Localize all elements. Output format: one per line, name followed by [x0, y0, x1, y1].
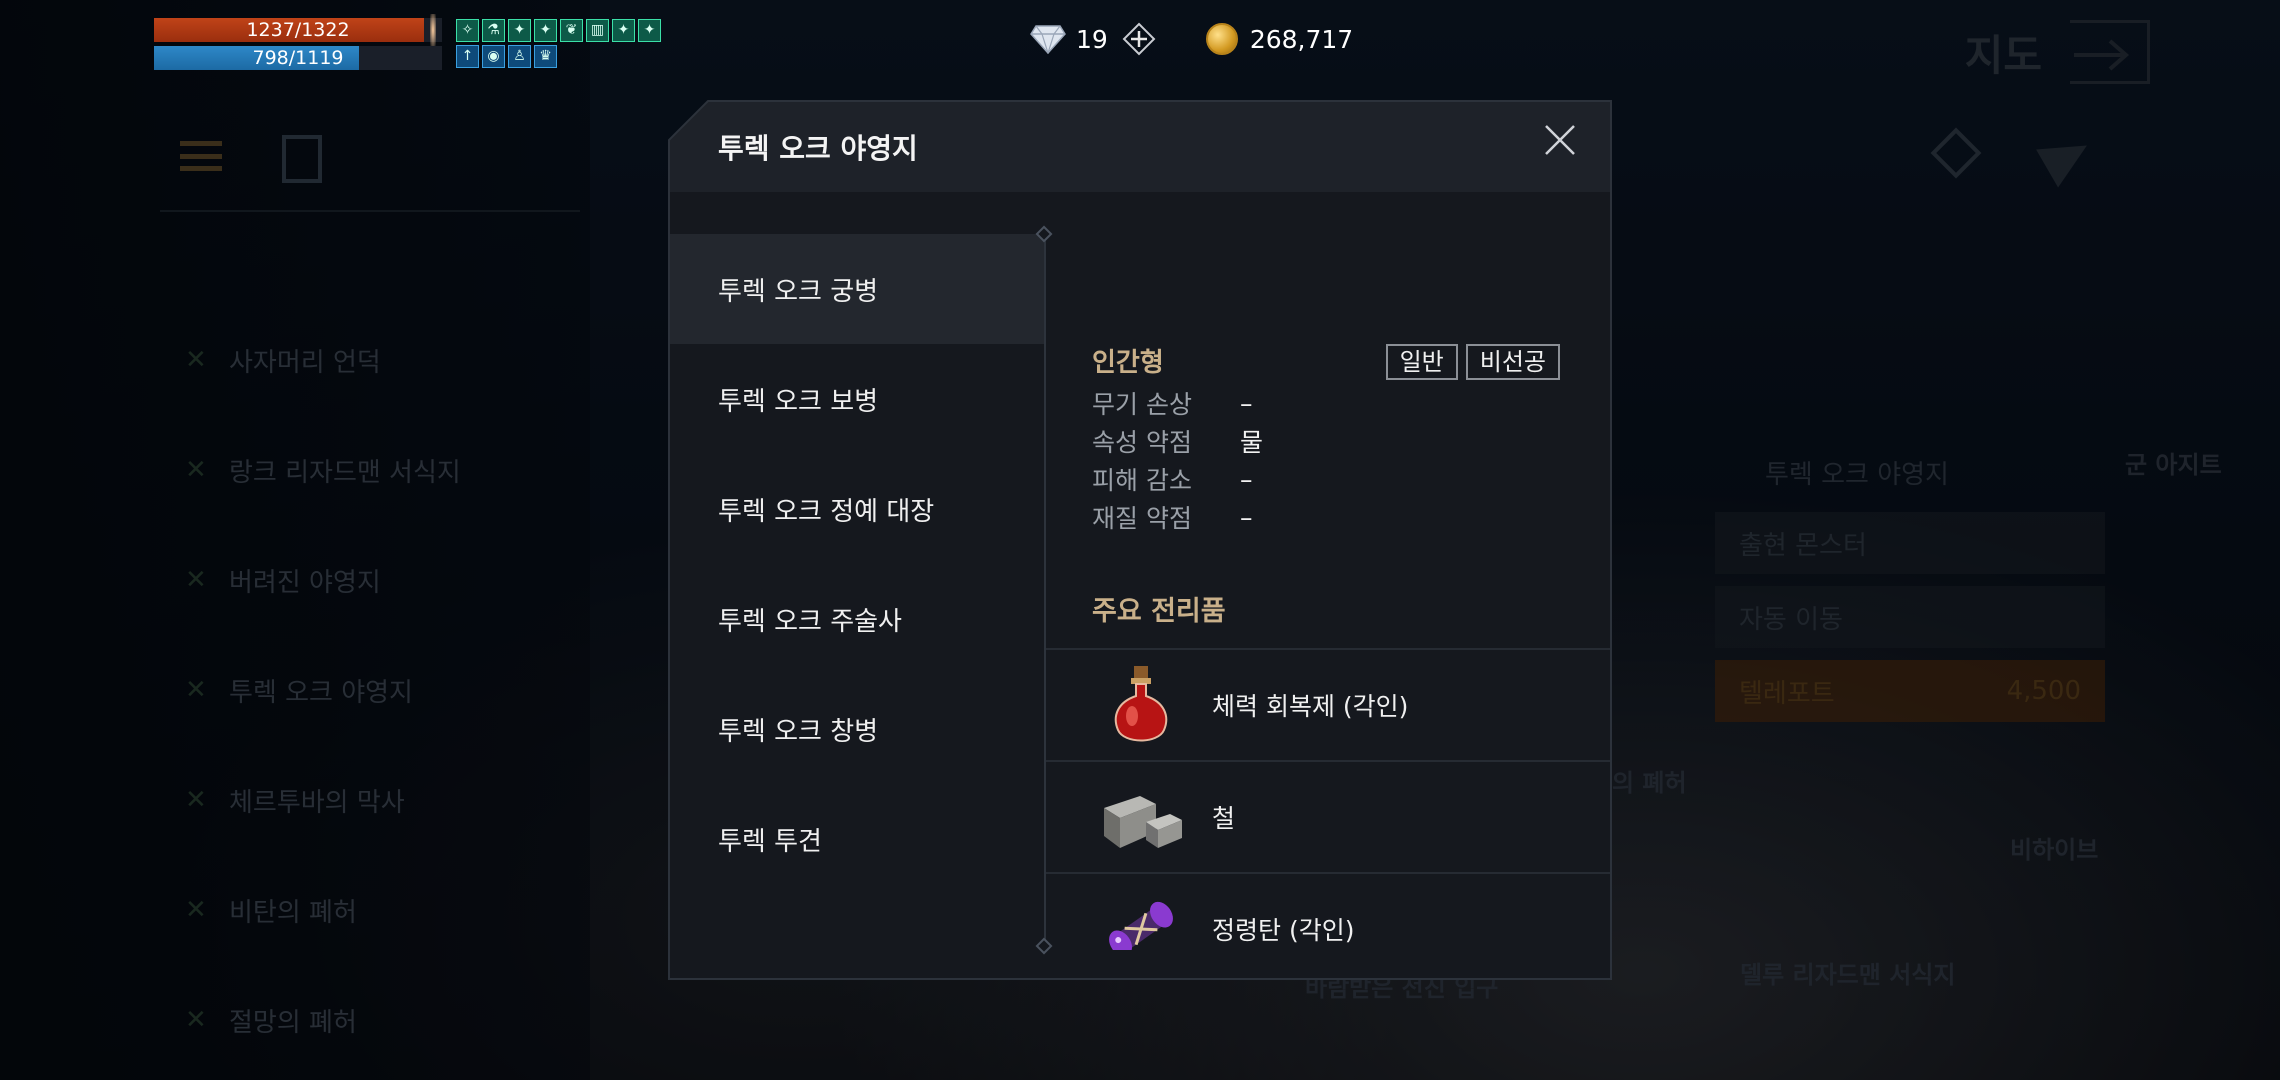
leaf-icon[interactable]: ❦ — [560, 19, 583, 42]
diamond-icon — [1030, 24, 1066, 55]
spirit-shot-icon — [1109, 901, 1173, 950]
currency-bar: 19 268,717 — [1030, 22, 1353, 56]
stat-value: 물 — [1240, 428, 1264, 457]
monster-item[interactable]: 투렉 오크 정예 대장 — [670, 454, 1044, 564]
stat-value: – — [1240, 502, 1253, 532]
loot-title: 주요 전리품 — [1092, 596, 1226, 627]
loot-name: 정령탄 (각인) — [1212, 916, 1355, 945]
monster-tags: 일반 비선공 — [1385, 344, 1560, 380]
stat-label: 속성 약점 — [1092, 428, 1192, 457]
monster-item[interactable]: 투렉 오크 창병 — [670, 674, 1044, 784]
tag-normal: 일반 — [1385, 344, 1458, 380]
monster-item[interactable]: 투렉 투견 — [670, 784, 1044, 894]
gold-coin-icon — [1205, 23, 1238, 55]
monster-stats: 무기 손상 – 속성 약점 물 피해 감소 – 재질 약점 – — [1092, 384, 1263, 536]
loot-name: 체력 회복제 (각인) — [1212, 692, 1409, 721]
loot-item[interactable]: 체력 회복제 (각인) — [1046, 648, 1610, 760]
stat-value: – — [1240, 464, 1253, 494]
loot-name: 철 — [1212, 804, 1236, 833]
mp-bar: 798/1119 — [154, 46, 442, 70]
beast-icon[interactable]: ✦ — [612, 19, 635, 42]
monster-info-dialog: 투렉 오크 야영지 투렉 오크 궁병 투렉 오크 보병 투렉 오크 정예 대장 … — [668, 100, 1612, 980]
mp-text: 798/1119 — [252, 47, 344, 69]
stat-value: – — [1240, 388, 1253, 418]
loot-item[interactable]: 정령탄 (각인) — [1046, 872, 1610, 950]
swirl-icon[interactable]: ◉ — [482, 45, 505, 68]
monster-item[interactable]: 투렉 오크 궁병 — [670, 234, 1044, 344]
arrow-up-icon[interactable]: ↑ — [456, 45, 479, 68]
add-gems-button[interactable] — [1122, 22, 1156, 56]
dialog-header: 투렉 오크 야영지 — [670, 102, 1610, 192]
gem-count: 19 — [1076, 24, 1108, 54]
monster-item[interactable]: 투렉 오크 주술사 — [670, 564, 1044, 674]
monster-type: 인간형 — [1092, 348, 1164, 378]
loot-list: 체력 회복제 (각인) 철 정령탄 (각인) — [1046, 648, 1610, 950]
monster-list: 투렉 오크 궁병 투렉 오크 보병 투렉 오크 정예 대장 투렉 오크 주술사 … — [670, 234, 1044, 894]
totem-icon[interactable]: ▥ — [586, 19, 609, 42]
red-potion-icon — [1114, 666, 1168, 742]
tag-non-aggressive: 비선공 — [1465, 344, 1560, 380]
buff-row: ↑ ◉ ♙ ♛ — [456, 45, 661, 68]
iron-ingot-icon — [1104, 796, 1182, 848]
beast-icon[interactable]: ✦ — [508, 19, 531, 42]
buff-panel: ✧ ⚗ ✦ ✦ ❦ ▥ ✦ ✦ ↑ ◉ ♙ ♛ — [456, 19, 661, 71]
player-status-bars: 1237/1322 798/1119 — [154, 14, 442, 74]
dialog-title: 투렉 오크 야영지 — [718, 132, 918, 165]
stat-label: 재질 약점 — [1092, 504, 1192, 533]
stat-label: 피해 감소 — [1092, 466, 1192, 495]
gold-count: 268,717 — [1249, 24, 1354, 54]
stat-row: 속성 약점 물 — [1092, 422, 1263, 460]
person-icon[interactable]: ♙ — [508, 45, 531, 68]
close-button[interactable] — [1540, 120, 1580, 160]
hp-bar: 1237/1322 — [154, 14, 442, 46]
swan-icon[interactable]: ✧ — [456, 19, 479, 42]
hp-text: 1237/1322 — [246, 19, 350, 41]
stat-row: 무기 손상 – — [1092, 384, 1263, 422]
loot-item[interactable]: 철 — [1046, 760, 1610, 872]
flask-icon[interactable]: ⚗ — [482, 19, 505, 42]
beast-icon[interactable]: ✦ — [638, 19, 661, 42]
buff-row: ✧ ⚗ ✦ ✦ ❦ ▥ ✦ ✦ — [456, 19, 661, 42]
close-icon — [1545, 125, 1575, 155]
crown-icon[interactable]: ♛ — [534, 45, 557, 68]
stat-row: 피해 감소 – — [1092, 460, 1263, 498]
beast-icon[interactable]: ✦ — [534, 19, 557, 42]
monster-detail: 인간형 일반 비선공 무기 손상 – 속성 약점 물 피해 감소 – 재질 약점… — [1046, 234, 1610, 950]
stat-row: 재질 약점 – — [1092, 498, 1263, 536]
plus-icon — [1122, 22, 1156, 56]
stat-label: 무기 손상 — [1092, 390, 1192, 419]
monster-item[interactable]: 투렉 오크 보병 — [670, 344, 1044, 454]
